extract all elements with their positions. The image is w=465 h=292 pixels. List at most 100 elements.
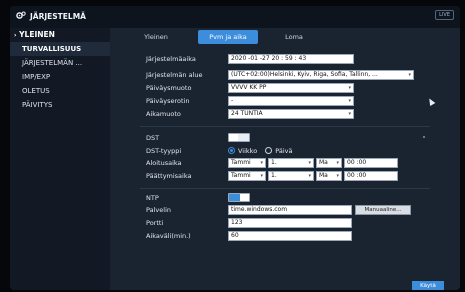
sidebar-item-label: OLETUS bbox=[22, 87, 50, 95]
ntp-label: NTP bbox=[146, 193, 159, 202]
sidebar-item-default[interactable]: OLETUS bbox=[10, 84, 110, 98]
chevron-down-icon: ▾ bbox=[260, 172, 263, 179]
ntp-interval-row: Aikaväli(min.) 60 bbox=[146, 230, 352, 241]
sidebar: › YLEINEN TURVALLISUUS JÄRJESTELMÄN ... … bbox=[10, 28, 110, 290]
tab-holiday[interactable]: Loma bbox=[278, 30, 310, 44]
ntp-port-value: 123 bbox=[231, 219, 243, 226]
system-time-value: 2020 -01 -27 20 : 59 : 43 bbox=[231, 55, 307, 62]
chevron-down-icon: ▾ bbox=[260, 159, 263, 166]
ntp-interval-label: Aikaväli(min.) bbox=[146, 231, 191, 240]
chevron-down-icon: ▾ bbox=[336, 172, 339, 179]
app-title: JÄRJESTELMÄ bbox=[16, 11, 86, 22]
end-week-select[interactable]: 1. ▾ bbox=[268, 170, 314, 181]
sidebar-item-security[interactable]: TURVALLISUUS bbox=[10, 42, 110, 56]
radio-week-indicator bbox=[228, 147, 235, 154]
manual-update-button[interactable]: Manuaaline... bbox=[355, 204, 411, 215]
start-time-value: 00 :00 bbox=[347, 159, 367, 166]
content-panel: Yleinen Pvm ja aika Loma Järjestelmäaika… bbox=[110, 28, 460, 290]
end-time-field[interactable]: 00 :00 bbox=[344, 170, 398, 181]
dst-toggle[interactable] bbox=[228, 133, 250, 142]
divider bbox=[140, 126, 430, 127]
ntp-server-input[interactable]: time.windows.com bbox=[228, 204, 352, 215]
dst-end-label: Päättymisaika bbox=[146, 171, 192, 180]
divider bbox=[140, 188, 430, 189]
date-format-label: Päiväysmuoto bbox=[146, 83, 192, 92]
timezone-row: Järjestelmän alue (UTC+02:00)Helsinki, K… bbox=[146, 69, 414, 80]
dst-end-row: Päättymisaika Tammi ▾ 1. ▾ Ma ▾ 00 :00 bbox=[146, 170, 398, 181]
time-format-label: Aikamuoto bbox=[146, 109, 181, 118]
ntp-server-value: time.windows.com bbox=[231, 206, 288, 213]
ntp-port-row: Portti 123 bbox=[146, 217, 352, 228]
timezone-value: (UTC+02:00)Helsinki, Kyiv, Riga, Sofia, … bbox=[231, 71, 378, 78]
start-week-value: 1. bbox=[271, 159, 277, 166]
radio-day[interactable]: Päivä bbox=[265, 147, 292, 155]
decorative-dot bbox=[423, 136, 425, 138]
ntp-port-label: Portti bbox=[146, 218, 164, 227]
radio-day-indicator bbox=[265, 147, 273, 154]
timezone-label: Järjestelmän alue bbox=[146, 70, 203, 79]
dst-type-row: DST-tyyppi Viikko Päivä bbox=[146, 145, 292, 156]
chevron-down-icon: ▾ bbox=[308, 159, 311, 166]
live-badge[interactable]: LIVE bbox=[435, 10, 454, 20]
sidebar-item-upgrade[interactable]: PÄIVITYS bbox=[10, 98, 110, 112]
dst-label: DST bbox=[146, 133, 160, 142]
sidebar-item-label: JÄRJESTELMÄN ... bbox=[22, 59, 83, 67]
end-week-value: 1. bbox=[271, 172, 277, 179]
ntp-interval-input[interactable]: 60 bbox=[228, 230, 352, 241]
end-day-select[interactable]: Ma ▾ bbox=[316, 170, 342, 181]
system-time-label: Järjestelmäaika bbox=[146, 54, 196, 63]
date-format-row: Päiväysmuoto VVVV KK PP ▾ bbox=[146, 82, 354, 93]
radio-day-label: Päivä bbox=[275, 146, 293, 155]
radio-week-label: Viikko bbox=[238, 146, 258, 155]
ntp-row: NTP bbox=[146, 192, 250, 203]
ntp-server-label: Palvelin bbox=[146, 205, 171, 214]
time-format-row: Aikamuoto 24 TUNTIA ▾ bbox=[146, 108, 354, 119]
dst-row: DST bbox=[146, 132, 250, 143]
dst-start-label: Aloitusaika bbox=[146, 158, 182, 167]
end-month-value: Tammi bbox=[231, 172, 251, 179]
start-time-field[interactable]: 00 :00 bbox=[344, 157, 398, 168]
top-bar: JÄRJESTELMÄ LIVE bbox=[10, 6, 460, 28]
apply-button[interactable]: Käytä bbox=[412, 281, 444, 290]
system-time-row: Järjestelmäaika 2020 -01 -27 20 : 59 : 4… bbox=[146, 53, 354, 64]
radio-week[interactable]: Viikko bbox=[228, 147, 257, 155]
date-separator-value: - bbox=[231, 97, 234, 104]
timezone-select[interactable]: (UTC+02:00)Helsinki, Kyiv, Riga, Sofia, … bbox=[228, 69, 414, 80]
chevron-down-icon: ▾ bbox=[408, 71, 411, 78]
tab-date-time[interactable]: Pvm ja aika bbox=[198, 30, 258, 44]
end-time-value: 00 :00 bbox=[347, 172, 367, 179]
time-format-value: 24 TUNTIA bbox=[231, 110, 263, 117]
date-format-value: VVVV KK PP bbox=[231, 84, 267, 91]
dst-type-label: DST-tyyppi bbox=[146, 146, 182, 155]
start-day-select[interactable]: Ma ▾ bbox=[316, 157, 342, 168]
date-separator-row: Päiväyserotin - ▾ bbox=[146, 95, 354, 106]
system-time-field[interactable]: 2020 -01 -27 20 : 59 : 43 bbox=[228, 53, 354, 64]
sidebar-item-label: TURVALLISUUS bbox=[22, 45, 82, 53]
sidebar-item-imp-exp[interactable]: IMP/EXP bbox=[10, 70, 110, 84]
chevron-down-icon: ▾ bbox=[348, 97, 351, 104]
ntp-port-input[interactable]: 123 bbox=[228, 217, 352, 228]
end-day-value: Ma bbox=[319, 172, 328, 179]
dst-start-row: Aloitusaika Tammi ▾ 1. ▾ Ma ▾ 00 :00 bbox=[146, 157, 398, 168]
sidebar-item-general[interactable]: › YLEINEN bbox=[10, 28, 110, 42]
ntp-toggle[interactable] bbox=[228, 193, 250, 202]
date-format-select[interactable]: VVVV KK PP ▾ bbox=[228, 82, 354, 93]
tab-general[interactable]: Yleinen bbox=[136, 30, 176, 44]
chevron-down-icon: ▾ bbox=[348, 84, 351, 91]
end-month-select[interactable]: Tammi ▾ bbox=[228, 170, 266, 181]
sidebar-item-label: PÄIVITYS bbox=[22, 101, 53, 109]
time-format-select[interactable]: 24 TUNTIA ▾ bbox=[228, 108, 354, 119]
start-month-value: Tammi bbox=[231, 159, 251, 166]
toggle-knob bbox=[240, 194, 249, 201]
start-week-select[interactable]: 1. ▾ bbox=[268, 157, 314, 168]
sidebar-item-label: IMP/EXP bbox=[22, 73, 51, 81]
chevron-right-icon: › bbox=[14, 32, 17, 39]
ntp-server-row: Palvelin time.windows.com Manuaaline... bbox=[146, 204, 411, 215]
chevron-down-icon: ▾ bbox=[308, 172, 311, 179]
date-separator-select[interactable]: - ▾ bbox=[228, 95, 354, 106]
start-month-select[interactable]: Tammi ▾ bbox=[228, 157, 266, 168]
chevron-down-icon: ▾ bbox=[336, 159, 339, 166]
sidebar-item-system-maintenance[interactable]: JÄRJESTELMÄN ... bbox=[10, 56, 110, 70]
date-separator-label: Päiväyserotin bbox=[146, 96, 190, 105]
chevron-down-icon: ▾ bbox=[348, 110, 351, 117]
